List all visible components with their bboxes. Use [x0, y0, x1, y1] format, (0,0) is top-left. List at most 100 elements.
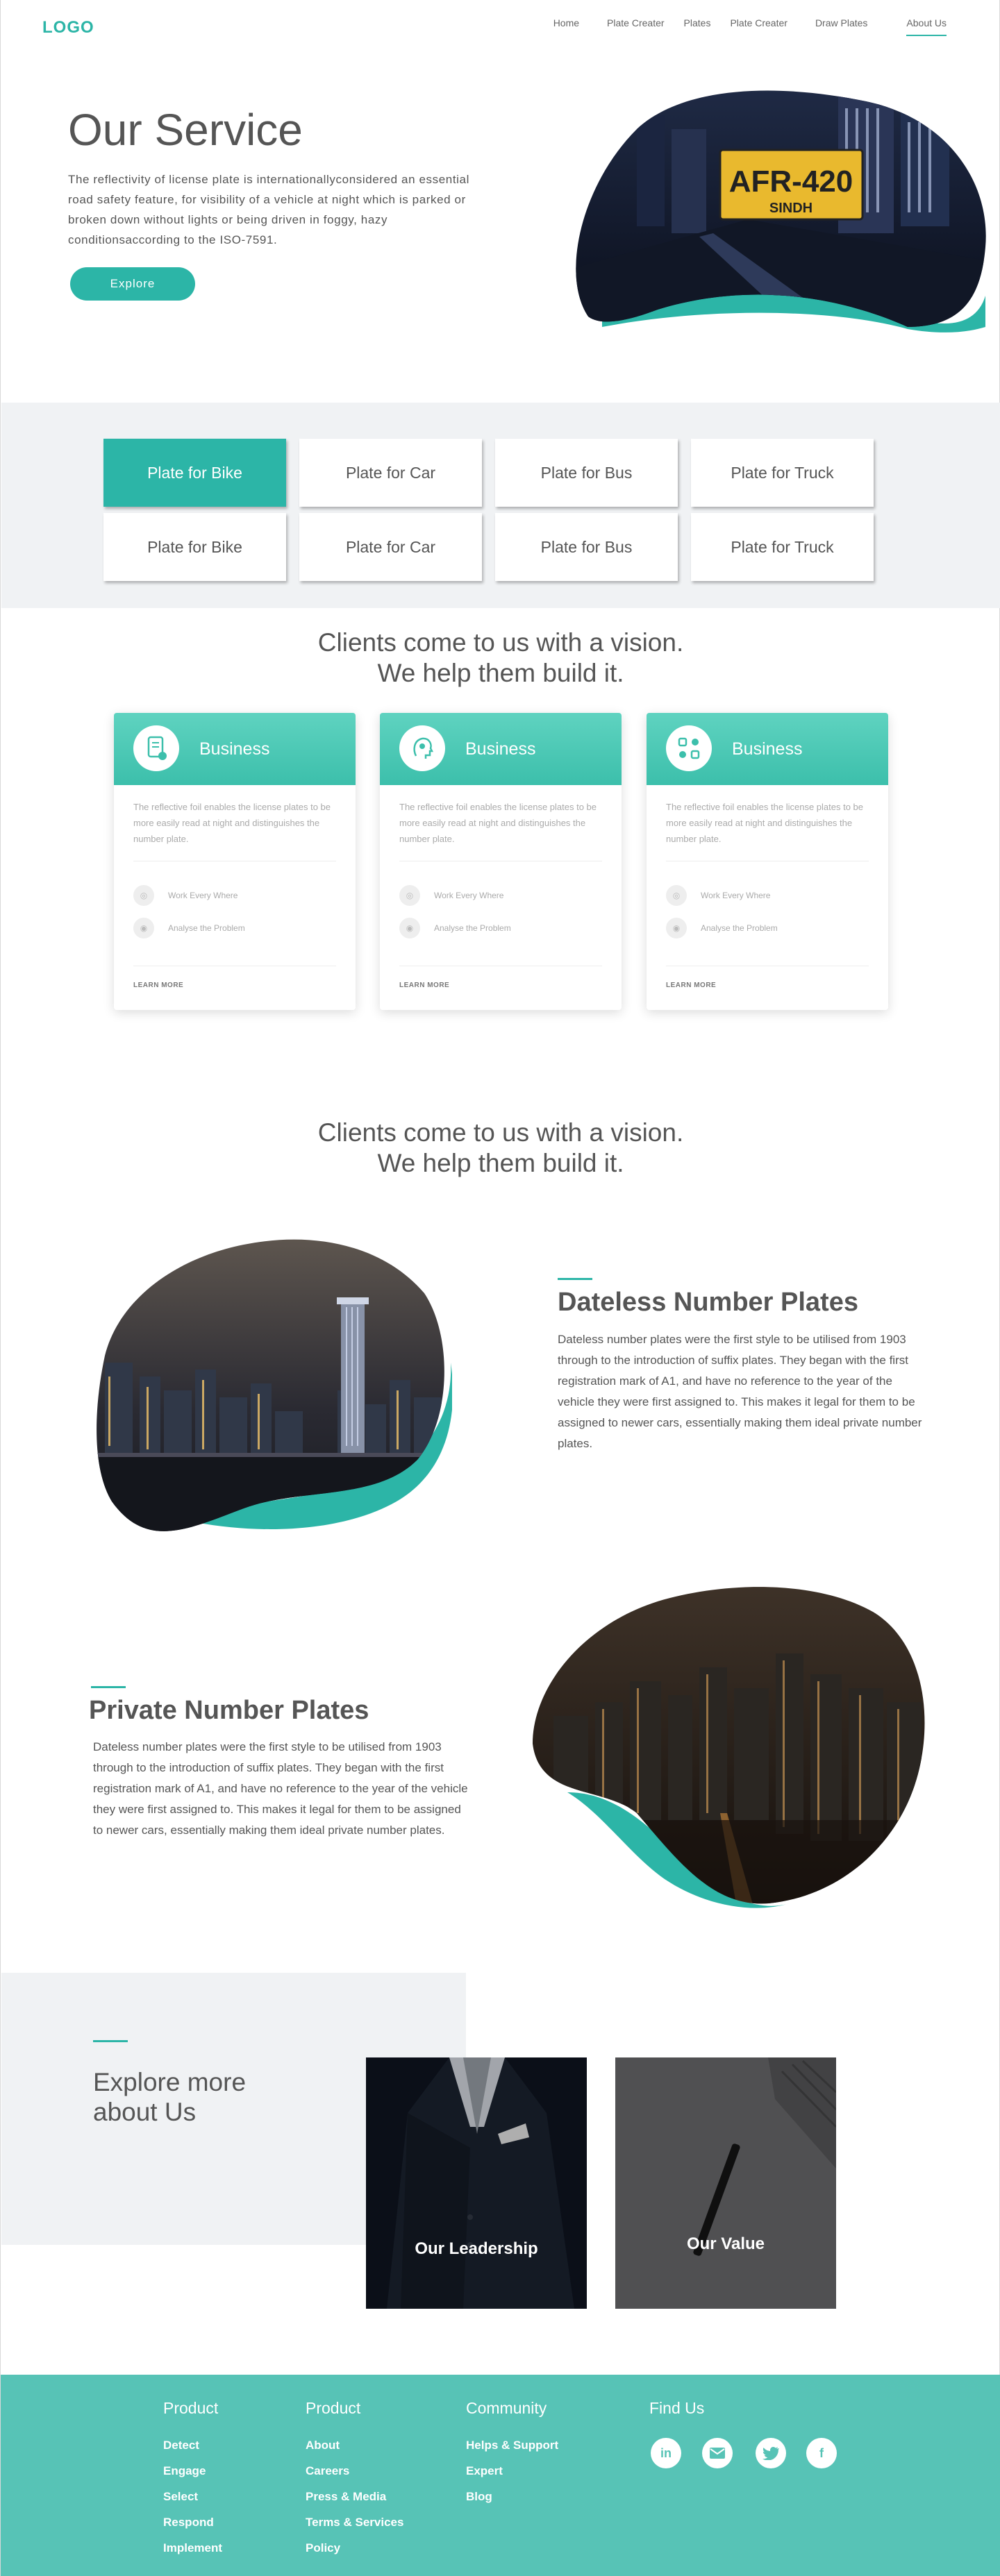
page-title: Our Service [68, 105, 303, 155]
feature-item: ◎ Work Every Where [399, 885, 503, 906]
title-line: Explore more [93, 2068, 247, 2096]
mail-icon[interactable] [702, 2438, 733, 2468]
plate-option-bike[interactable]: Plate for Bike [103, 439, 286, 507]
plate-option-car[interactable]: Plate for Car [299, 513, 482, 581]
explore-title: Explore more about Us [93, 2067, 246, 2127]
bulb-icon: ◉ [399, 918, 420, 938]
globe-icon: ◎ [666, 885, 687, 906]
nav-plate-creater-2[interactable]: Plate Creater [716, 17, 801, 29]
feature-item: ◉ Analyse the Problem [666, 918, 778, 938]
nav-home[interactable]: Home [540, 17, 593, 29]
title-line: about Us [93, 2098, 197, 2126]
tile-label: Our Leadership [415, 2239, 538, 2258]
bulb-icon: ◉ [133, 918, 154, 938]
feature-item: ◎ Work Every Where [133, 885, 238, 906]
feature-item: ◉ Analyse the Problem [133, 918, 245, 938]
learn-more-link[interactable]: LEARN MORE [133, 982, 183, 989]
logo[interactable]: LOGO [42, 18, 94, 37]
card-header: Business [114, 713, 356, 785]
feature-label: Analyse the Problem [168, 923, 245, 933]
tile-label: Our Value [686, 2234, 765, 2253]
footer-link[interactable]: Engage [163, 2464, 222, 2490]
footer-column-product-2: Product About Careers Press & Media Term… [306, 2399, 403, 2567]
footer-link[interactable]: About [306, 2439, 403, 2464]
accent-line [91, 1686, 126, 1688]
footer-link[interactable]: Careers [306, 2464, 403, 2490]
footer-link[interactable]: Helps & Support [466, 2439, 558, 2464]
footer-link[interactable]: Implement [163, 2541, 222, 2567]
bulb-icon: ◉ [666, 918, 687, 938]
desk-pen-image [615, 2057, 836, 2309]
twitter-icon[interactable] [756, 2438, 786, 2468]
accent-line [558, 1278, 592, 1280]
plate-option-truck[interactable]: Plate for Truck [691, 439, 874, 507]
feature-text: Dateless number plates were the first st… [93, 1740, 468, 1837]
plate-option-bus[interactable]: Plate for Bus [495, 439, 678, 507]
footer-link[interactable]: Select [163, 2490, 222, 2516]
nav-plate-creater[interactable]: Plate Creater [593, 17, 678, 29]
heading-line: Clients come to us with a vision. [317, 1118, 684, 1147]
document-edit-icon [133, 725, 179, 771]
heading-line: We help them build it. [377, 659, 624, 687]
learn-more-link[interactable]: LEARN MORE [666, 982, 716, 989]
globe-icon: ◎ [399, 885, 420, 906]
main-nav: Home Plate Creater Plates Plate Creater … [540, 17, 960, 36]
accent-line [93, 2040, 128, 2042]
heading-line: Clients come to us with a vision. [317, 628, 684, 657]
card-description: The reflective foil enables the license … [399, 802, 597, 844]
heading-line: We help them build it. [377, 1149, 624, 1177]
our-value-tile[interactable]: Our Value [615, 2057, 836, 2309]
suit-image [366, 2057, 587, 2309]
feature-label: Work Every Where [434, 891, 504, 900]
footer-link[interactable]: Detect [163, 2439, 222, 2464]
footer-column-product: Product Detect Engage Select Respond Imp… [163, 2399, 222, 2567]
footer-link[interactable]: Respond [163, 2516, 222, 2541]
footer-link[interactable]: Press & Media [306, 2490, 403, 2516]
feature-text: Dateless number plates were the first st… [558, 1333, 922, 1450]
head-gear-icon [399, 725, 445, 771]
footer-link[interactable]: Blog [466, 2490, 558, 2516]
feature-item: ◉ Analyse the Problem [399, 918, 511, 938]
feature-label: Work Every Where [168, 891, 238, 900]
footer-heading: Product [163, 2399, 219, 2417]
footer-link[interactable]: Terms & Services [306, 2516, 403, 2541]
our-leadership-tile[interactable]: Our Leadership [366, 2057, 587, 2309]
nav-draw-plates[interactable]: Draw Plates [801, 17, 892, 29]
city-night-image [97, 1239, 452, 1531]
footer-link[interactable]: Policy [306, 2541, 403, 2567]
section-heading: Clients come to us with a vision. We hel… [1, 628, 1000, 689]
card-header: Business [647, 713, 888, 785]
feature-text-clip: Dateless number plates were the first st… [93, 1737, 468, 1850]
facebook-icon[interactable]: f [806, 2438, 837, 2468]
service-card: Business The reflective foil enables the… [380, 713, 622, 1010]
card-description: The reflective foil enables the license … [133, 802, 331, 844]
feature-item: ◎ Work Every Where [666, 885, 770, 906]
card-title: Business [465, 739, 536, 759]
plate-option-bus[interactable]: Plate for Bus [495, 513, 678, 581]
nav-about-us[interactable]: About Us [892, 17, 960, 36]
footer-heading: Community [466, 2399, 547, 2417]
section-heading: Clients come to us with a vision. We hel… [1, 1118, 1000, 1179]
hero-image: AFR-420 SINDH [576, 90, 986, 332]
plate-option-car[interactable]: Plate for Car [299, 439, 482, 507]
feature-label: Analyse the Problem [701, 923, 778, 933]
plate-number: AFR-420 [729, 165, 853, 199]
learn-more-link[interactable]: LEARN MORE [399, 982, 449, 989]
nav-plates[interactable]: Plates [678, 17, 717, 29]
footer-column-community: Community Helps & Support Expert Blog [466, 2399, 558, 2516]
card-description: The reflective foil enables the license … [666, 802, 864, 844]
plate-option-bike[interactable]: Plate for Bike [103, 513, 286, 581]
feature-label: Work Every Where [701, 891, 771, 900]
workflow-icon [666, 725, 712, 771]
card-title: Business [732, 739, 803, 759]
plate-option-truck[interactable]: Plate for Truck [691, 513, 874, 581]
city-aerial-image [533, 1587, 925, 1908]
hero-description: The reflectivity of license plate is int… [68, 173, 469, 246]
service-card: Business The reflective foil enables the… [114, 713, 356, 1010]
linkedin-icon[interactable]: in [651, 2438, 681, 2468]
feature-label: Analyse the Problem [434, 923, 511, 933]
footer-heading: Product [306, 2399, 361, 2417]
feature-title: Dateless Number Plates [558, 1288, 858, 1317]
footer-link[interactable]: Expert [466, 2464, 558, 2490]
explore-button[interactable]: Explore [70, 267, 195, 301]
